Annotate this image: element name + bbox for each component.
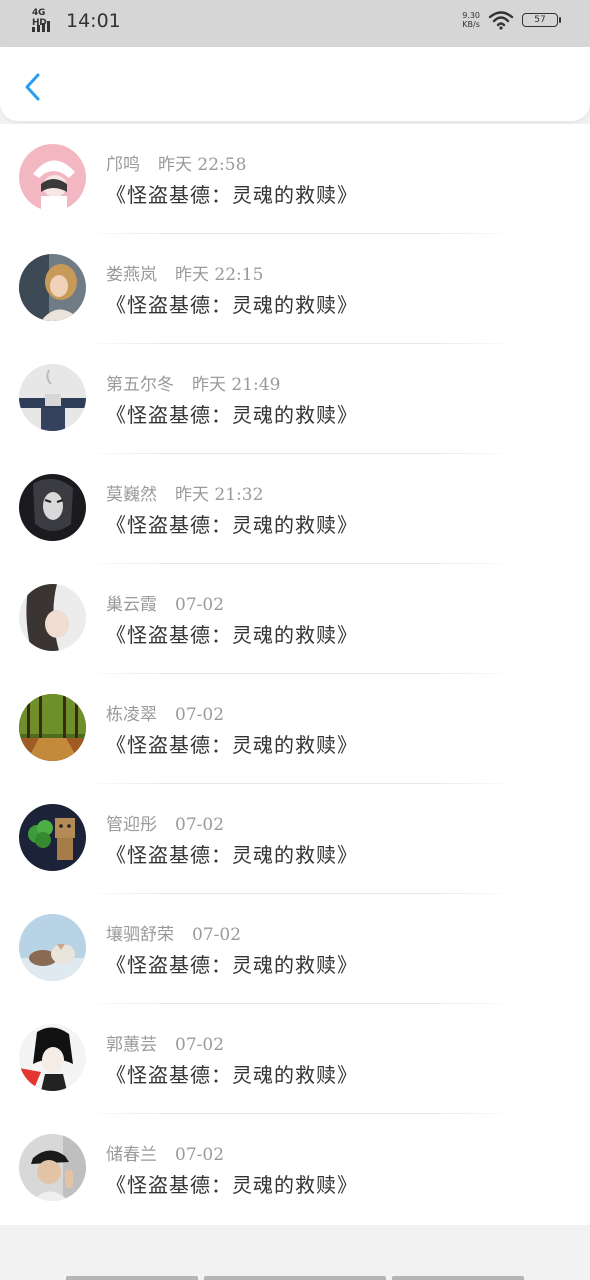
avatar[interactable] — [19, 804, 86, 871]
comment-time: 昨天 22:58 — [158, 155, 247, 175]
avatar[interactable] — [19, 254, 86, 321]
username: 第五尔冬 — [106, 375, 174, 395]
gesture-bar-left — [66, 1276, 198, 1280]
comment-meta: 邝鸣 昨天 22:58 — [106, 150, 246, 175]
comment-text: 《怪盗基德：灵魂的救赎》 — [106, 403, 358, 427]
top-nav — [0, 47, 590, 121]
comment-time: 07-02 — [175, 1145, 225, 1165]
status-time: 14:01 — [66, 10, 121, 32]
comment-meta: 郭蕙芸 07-02 — [106, 1030, 224, 1055]
comment-time: 07-02 — [175, 595, 225, 615]
username: 郭蕙芸 — [106, 1035, 157, 1055]
comment-meta: 莫巍然 昨天 21:32 — [106, 480, 263, 505]
username: 壤驷舒荣 — [106, 925, 174, 945]
comment-text: 《怪盗基德：灵魂的救赎》 — [106, 513, 358, 537]
signal-icon: 4G HD — [32, 8, 58, 32]
back-button[interactable] — [18, 69, 48, 105]
username: 邝鸣 — [106, 155, 140, 175]
avatar[interactable] — [19, 364, 86, 431]
avatar[interactable] — [19, 474, 86, 541]
comment-text: 《怪盗基德：灵魂的救赎》 — [106, 183, 358, 207]
status-left: 4G HD 14:01 — [32, 8, 121, 32]
comment-time: 昨天 21:49 — [192, 375, 281, 395]
comment-meta: 储春兰 07-02 — [106, 1140, 224, 1165]
comment-text: 《怪盗基德：灵魂的救赎》 — [106, 733, 358, 757]
avatar[interactable] — [19, 694, 86, 761]
comment-text: 《怪盗基德：灵魂的救赎》 — [106, 1063, 358, 1087]
avatar[interactable] — [19, 1024, 86, 1091]
avatar[interactable] — [19, 144, 86, 211]
list-item[interactable]: 储春兰 07-02 《怪盗基德：灵魂的救赎》 — [0, 1114, 590, 1224]
username: 巢云霞 — [106, 595, 157, 615]
comment-text: 《怪盗基德：灵魂的救赎》 — [106, 953, 358, 977]
footer-area — [0, 1225, 590, 1280]
avatar[interactable] — [19, 1134, 86, 1201]
comment-text: 《怪盗基德：灵魂的救赎》 — [106, 293, 358, 317]
comment-text: 《怪盗基德：灵魂的救赎》 — [106, 1173, 358, 1197]
comment-text: 《怪盗基德：灵魂的救赎》 — [106, 623, 358, 647]
comment-time: 07-02 — [192, 925, 242, 945]
battery-icon: 57 — [522, 13, 561, 27]
username: 娄燕岚 — [106, 265, 157, 285]
avatar[interactable] — [19, 584, 86, 651]
gesture-bar-right — [392, 1276, 524, 1280]
username: 管迎彤 — [106, 815, 157, 835]
comment-meta: 壤驷舒荣 07-02 — [106, 920, 241, 945]
network-speed: 9.30 KB/s — [462, 11, 480, 29]
comment-meta: 栋凌翠 07-02 — [106, 700, 224, 725]
comment-time: 07-02 — [175, 815, 225, 835]
list-item[interactable]: 管迎彤 07-02 《怪盗基德：灵魂的救赎》 — [0, 784, 590, 894]
avatar[interactable] — [19, 914, 86, 981]
status-bar: 4G HD 14:01 9.30 KB/s 57 — [0, 0, 590, 47]
comment-list: 邝鸣 昨天 22:58 《怪盗基德：灵魂的救赎》 娄燕岚 昨天 22:15 《怪盗基… — [0, 124, 590, 1225]
list-item[interactable]: 壤驷舒荣 07-02 《怪盗基德：灵魂的救赎》 — [0, 894, 590, 1004]
comment-time: 昨天 22:15 — [175, 265, 264, 285]
wifi-icon — [488, 11, 514, 30]
comment-time: 07-02 — [175, 705, 225, 725]
list-item[interactable]: 巢云霞 07-02 《怪盗基德：灵魂的救赎》 — [0, 564, 590, 674]
username: 储春兰 — [106, 1145, 157, 1165]
list-item[interactable]: 第五尔冬 昨天 21:49 《怪盗基德：灵魂的救赎》 — [0, 344, 590, 454]
comment-meta: 管迎彤 07-02 — [106, 810, 224, 835]
username: 莫巍然 — [106, 485, 157, 505]
battery-level: 57 — [534, 15, 546, 25]
list-item[interactable]: 娄燕岚 昨天 22:15 《怪盗基德：灵魂的救赎》 — [0, 234, 590, 344]
comment-text: 《怪盗基德：灵魂的救赎》 — [106, 843, 358, 867]
gesture-bar-center — [204, 1276, 386, 1280]
comment-meta: 第五尔冬 昨天 21:49 — [106, 370, 280, 395]
comment-time: 昨天 21:32 — [175, 485, 264, 505]
comment-meta: 娄燕岚 昨天 22:15 — [106, 260, 263, 285]
comment-time: 07-02 — [175, 1035, 225, 1055]
status-right: 9.30 KB/s 57 — [462, 10, 561, 30]
list-item[interactable]: 栋凌翠 07-02 《怪盗基德：灵魂的救赎》 — [0, 674, 590, 784]
list-item[interactable]: 莫巍然 昨天 21:32 《怪盗基德：灵魂的救赎》 — [0, 454, 590, 564]
list-item[interactable]: 邝鸣 昨天 22:58 《怪盗基德：灵魂的救赎》 — [0, 124, 590, 234]
list-item[interactable]: 郭蕙芸 07-02 《怪盗基德：灵魂的救赎》 — [0, 1004, 590, 1114]
comment-meta: 巢云霞 07-02 — [106, 590, 224, 615]
username: 栋凌翠 — [106, 705, 157, 725]
